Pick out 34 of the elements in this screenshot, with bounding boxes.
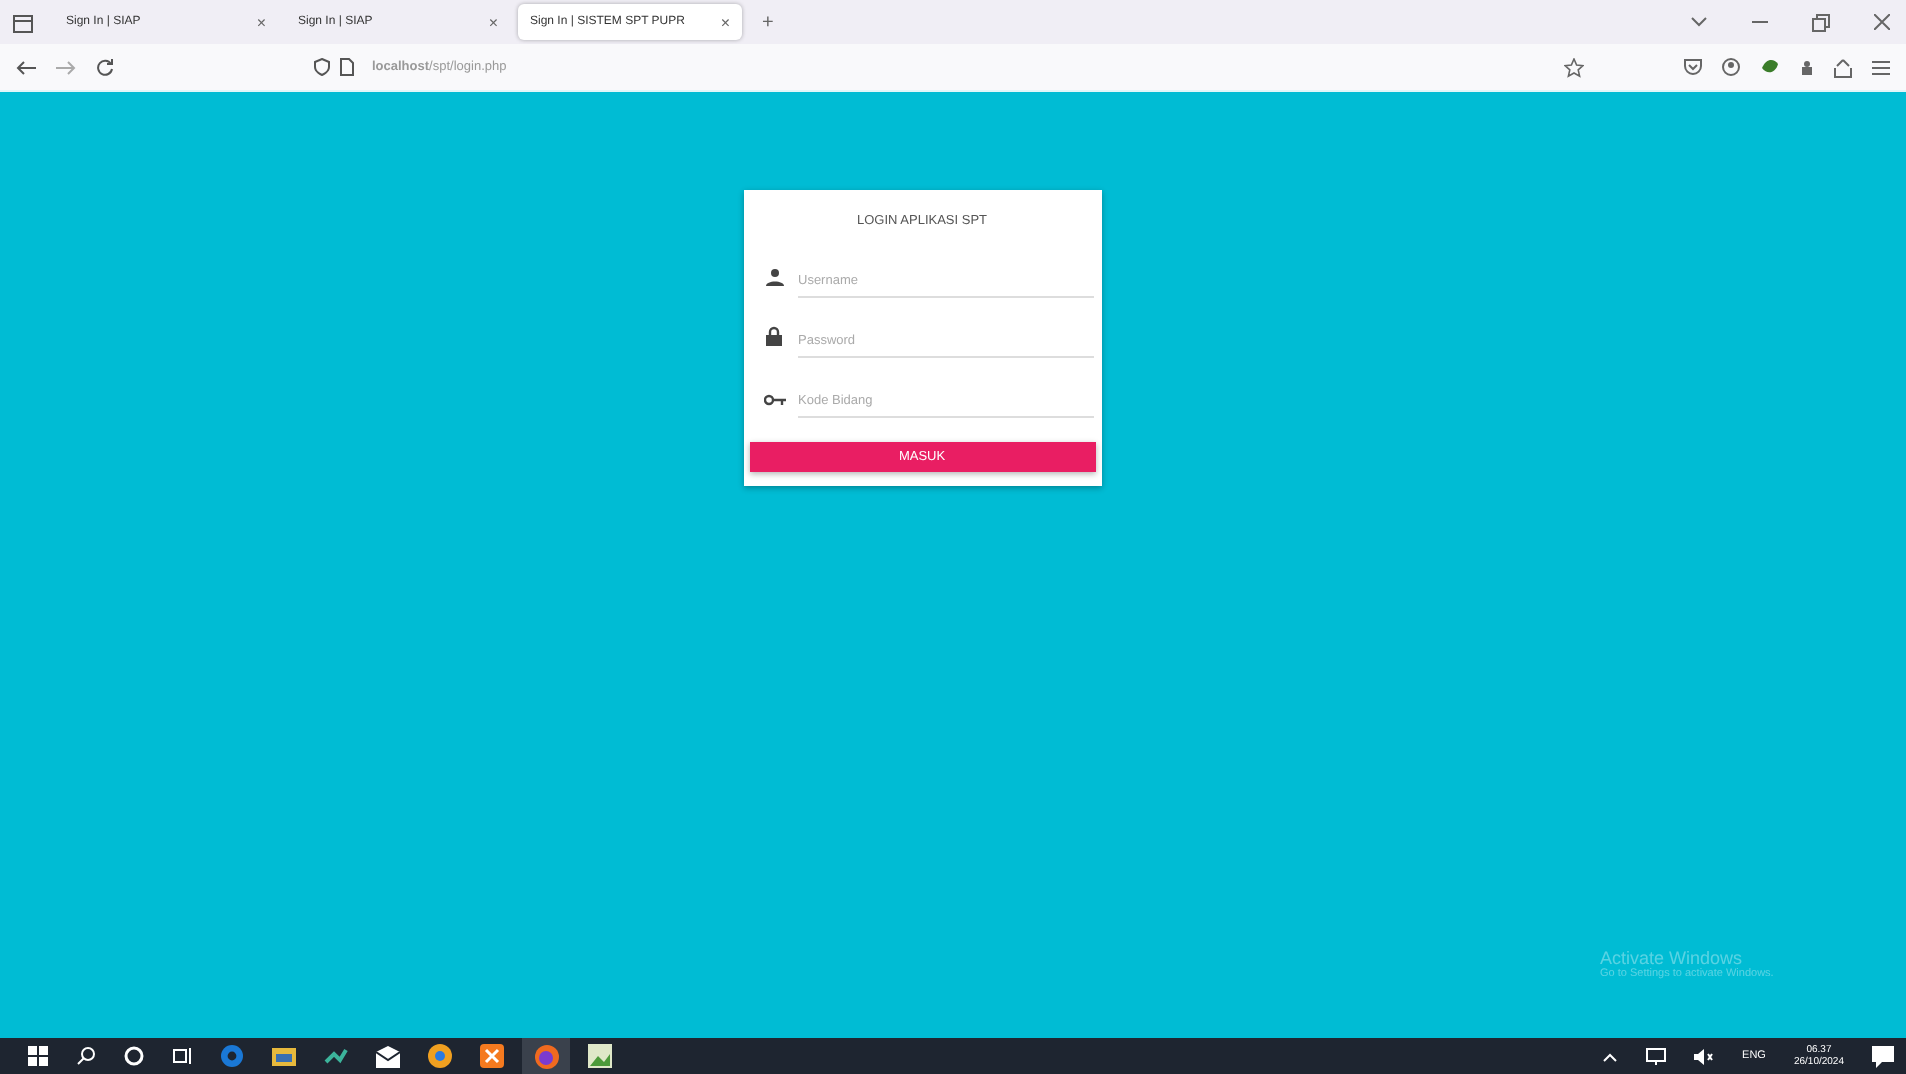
close-tab-button[interactable]: × — [488, 13, 498, 31]
share-icon[interactable] — [1834, 57, 1852, 77]
star-icon[interactable] — [1564, 57, 1584, 77]
folder-icon[interactable] — [272, 1045, 296, 1067]
account-icon[interactable] — [1722, 58, 1740, 76]
activation-title: Activate Windows — [1600, 948, 1745, 968]
restore-icon[interactable] — [1812, 13, 1830, 31]
key-icon — [763, 394, 785, 406]
reload-icon[interactable] — [96, 58, 114, 76]
image-icon[interactable] — [588, 1044, 612, 1068]
lock-icon — [766, 326, 782, 346]
minimize-icon[interactable] — [1752, 20, 1768, 24]
mail-icon[interactable] — [376, 1045, 400, 1067]
browser-icon — [533, 1043, 559, 1069]
user-icon — [765, 268, 783, 286]
tab-list-icon[interactable] — [12, 11, 34, 33]
back-icon[interactable] — [16, 59, 36, 75]
speaker-icon[interactable] — [1694, 1047, 1715, 1065]
chevron-down-icon[interactable] — [1690, 16, 1708, 28]
close-tab-button[interactable]: × — [256, 13, 266, 31]
shield-icon — [314, 58, 330, 76]
close-tab-button[interactable]: × — [720, 13, 730, 31]
windows-start-icon[interactable] — [28, 1046, 48, 1066]
new-tab-button[interactable]: + — [762, 11, 774, 33]
pocket-icon[interactable] — [1684, 58, 1702, 76]
search-icon[interactable] — [76, 1046, 96, 1066]
menu-icon[interactable] — [1872, 59, 1890, 75]
notification-icon[interactable] — [1872, 1045, 1894, 1067]
close-icon[interactable] — [1874, 14, 1890, 30]
task-view-icon[interactable] — [172, 1046, 192, 1066]
firefox-taskbar-button[interactable] — [522, 1038, 570, 1074]
page-icon — [340, 58, 354, 76]
chevron-up-icon[interactable] — [1602, 1051, 1619, 1061]
circle-icon[interactable] — [124, 1046, 144, 1066]
